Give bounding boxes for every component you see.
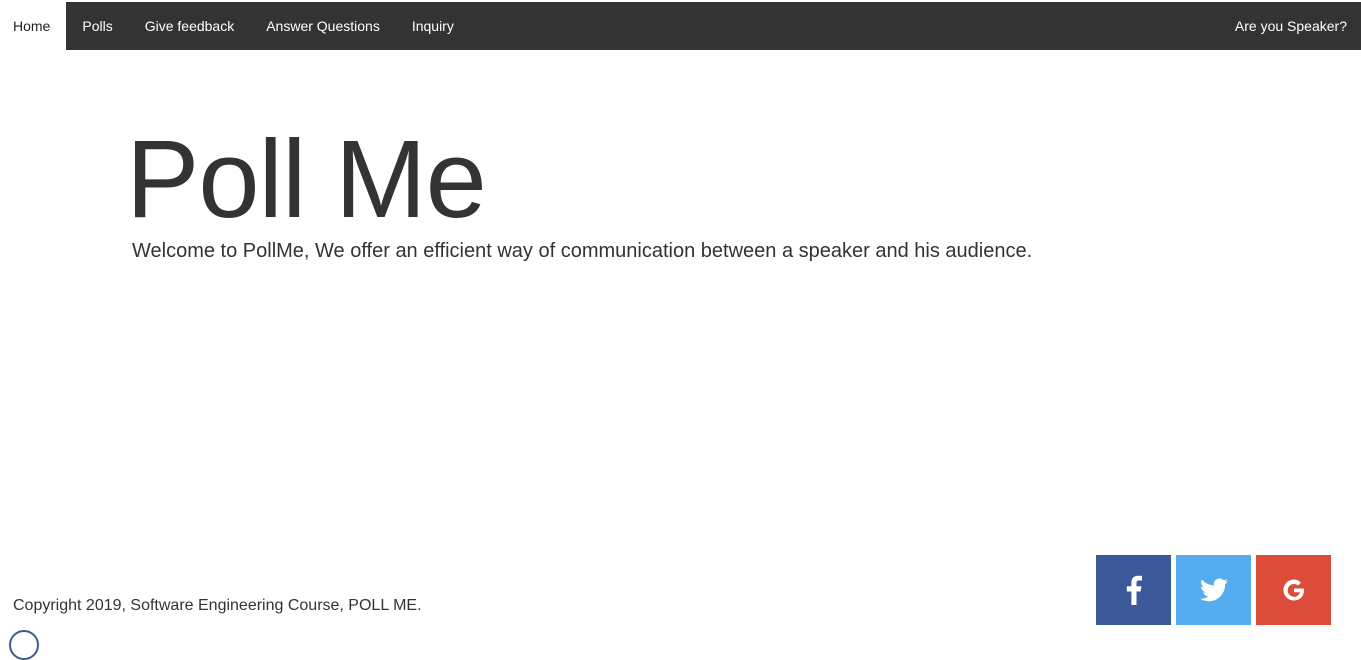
nav-item-home[interactable]: Home xyxy=(0,2,67,50)
top-navbar: Home Polls Give feedback Answer Question… xyxy=(0,2,1361,50)
twitter-button[interactable] xyxy=(1176,555,1251,625)
welcome-text: Welcome to PollMe, We offer an efficient… xyxy=(132,240,1033,262)
nav-item-answer-questions[interactable]: Answer Questions xyxy=(250,2,396,50)
facebook-button[interactable] xyxy=(1096,555,1171,625)
nav-item-give-feedback[interactable]: Give feedback xyxy=(129,2,251,50)
google-icon xyxy=(1280,576,1308,604)
social-buttons xyxy=(1096,555,1331,625)
google-button[interactable] xyxy=(1256,555,1331,625)
nav-item-polls[interactable]: Polls xyxy=(66,2,128,50)
copyright-text: Copyright 2019, Software Engineering Cou… xyxy=(13,597,422,614)
hero-section: Poll Me Welcome to PollMe, We offer an e… xyxy=(126,118,1032,263)
twitter-icon xyxy=(1199,578,1228,602)
page-title: Poll Me xyxy=(126,118,487,241)
avatar xyxy=(9,630,39,660)
nav-item-inquiry[interactable]: Inquiry xyxy=(396,2,470,50)
nav-menu: Home Polls Give feedback Answer Question… xyxy=(0,2,1361,50)
nav-item-are-you-speaker[interactable]: Are you Speaker? xyxy=(1235,2,1347,50)
facebook-icon xyxy=(1126,575,1142,605)
